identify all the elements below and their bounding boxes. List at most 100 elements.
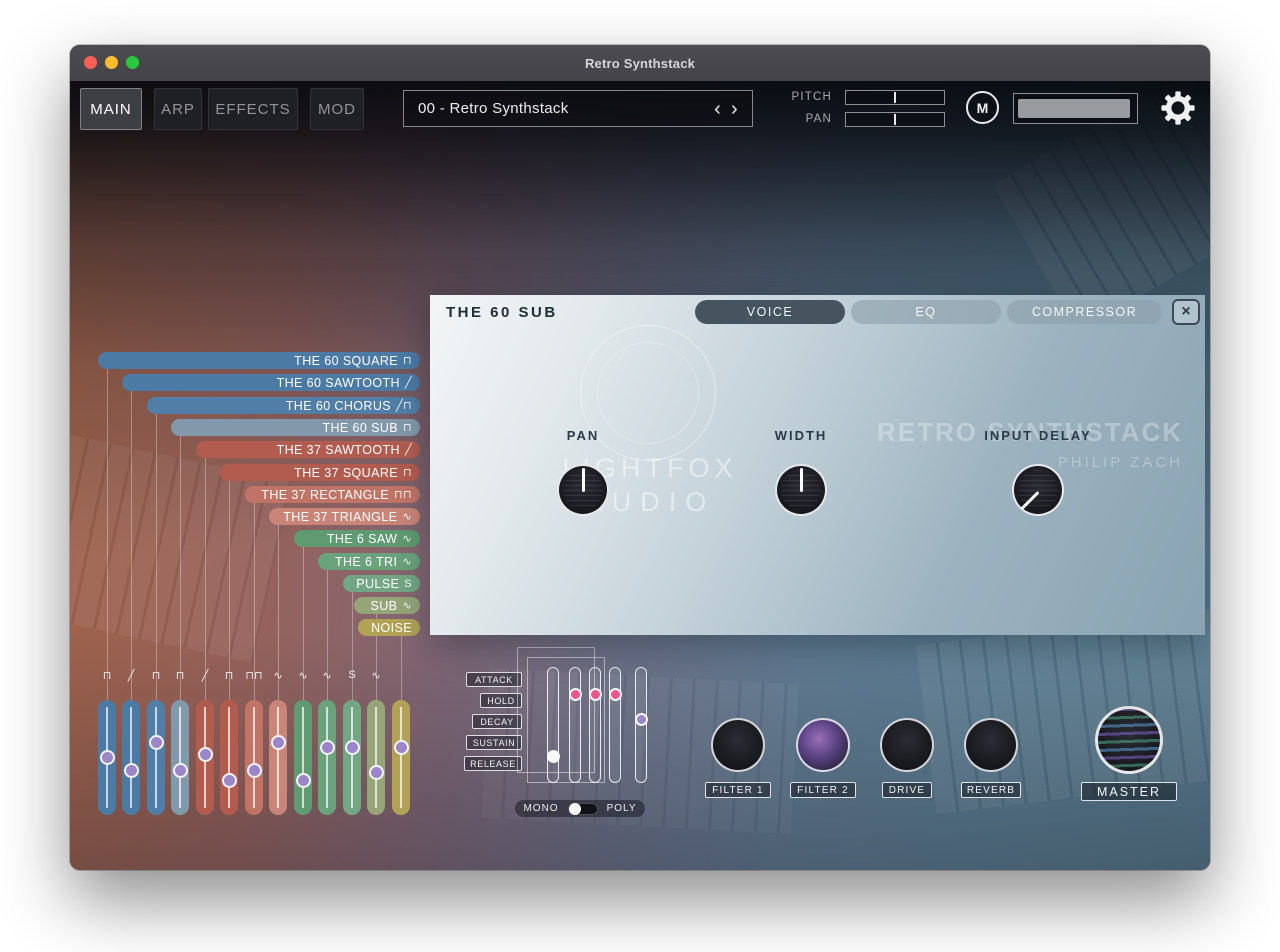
sustain-slider[interactable] [609,667,621,783]
mixer-fader[interactable] [220,700,238,815]
fader-handle[interactable] [173,763,188,778]
fader-handle[interactable] [222,773,237,788]
saw-wave-icon: ╱ [193,669,217,682]
mixer-fader[interactable] [245,700,263,815]
preset-prev-icon[interactable]: ‹ [714,99,721,119]
preset-selector[interactable]: 00 - Retro Synthstack ‹ › [403,90,753,127]
filter1-knob[interactable] [711,718,765,772]
output-level-fill [1018,99,1130,118]
pan-knob[interactable] [557,464,609,516]
layer-connector-line [205,458,206,700]
mixer-fader[interactable] [318,700,336,815]
fader-handle[interactable] [271,735,286,750]
layer-bar-pulse[interactable]: PULSES [343,575,420,592]
mixer-fader[interactable] [343,700,361,815]
fader-handle[interactable] [296,773,311,788]
plugin-body: MAIN ARP EFFECTS MOD 00 - Retro Synthsta… [70,81,1210,870]
layer-bar-the60-square[interactable]: THE 60 SQUARE⊓ [98,352,420,369]
pulse-wave-icon: S [340,669,364,681]
mixer-fader[interactable] [392,700,410,815]
tab-effects[interactable]: EFFECTS [208,88,298,130]
layer-bar-noise[interactable]: NOISE [358,619,420,636]
layer-bar-the6-saw[interactable]: THE 6 SAW∿ [294,530,420,547]
tab-main[interactable]: MAIN [80,88,142,130]
layer-bar-the37-rectangle[interactable]: THE 37 RECTANGLE⊓⊓ [245,486,420,503]
release-slider[interactable] [635,667,647,783]
mixer-fader[interactable] [98,700,116,815]
mixer-fader[interactable] [147,700,165,815]
master-knob[interactable] [1095,706,1163,774]
drive-knob[interactable] [880,718,934,772]
pan-slider[interactable] [845,112,945,127]
reverb-label: REVERB [961,782,1021,798]
layer-bar-the37-triangle[interactable]: THE 37 TRIANGLE∿ [269,508,420,525]
close-window-button[interactable] [84,56,97,69]
zoom-window-button[interactable] [126,56,139,69]
mixer-fader[interactable] [294,700,312,815]
pitch-slider[interactable] [845,90,945,105]
reverb-knob[interactable] [964,718,1018,772]
slider-handle[interactable] [547,750,560,763]
close-panel-button[interactable]: × [1172,299,1200,325]
poly-mode-label[interactable]: POLY [607,803,637,814]
pulse-wave-icon: S [404,578,412,590]
fader-handle[interactable] [345,740,360,755]
minimize-window-button[interactable] [105,56,118,69]
preset-next-icon[interactable]: › [731,99,738,119]
triangle-wave-icon: ∿ [402,555,412,568]
fader-handle[interactable] [369,765,384,780]
layer-bar-the37-square[interactable]: THE 37 SQUARE⊓ [220,464,420,481]
decay-slider[interactable] [589,667,601,783]
watermark-author: PHILIP ZACH [763,454,1183,471]
mixer-fader[interactable] [269,700,287,815]
mixer-fader[interactable] [196,700,214,815]
tab-arp[interactable]: ARP [154,88,202,130]
toggle-handle[interactable] [569,803,581,815]
traffic-lights [84,56,139,69]
decay-label: DECAY [472,714,522,729]
close-icon: × [1181,303,1190,321]
slider-handle[interactable] [635,713,648,726]
hold-slider[interactable] [569,667,581,783]
mono-poly-toggle[interactable] [568,803,598,815]
tab-mod[interactable]: MOD [310,88,364,130]
input-delay-knob[interactable] [1012,464,1064,516]
attack-slider[interactable] [547,667,559,783]
layer-label: THE 37 TRIANGLE [283,510,397,524]
layer-bar-the37-sawtooth[interactable]: THE 37 SAWTOOTH╱ [196,441,420,458]
mono-mode-label[interactable]: MONO [523,803,558,814]
tab-compressor[interactable]: COMPRESSOR [1007,300,1162,324]
fader-handle[interactable] [100,750,115,765]
layer-bar-sub[interactable]: SUB∿ [354,597,420,614]
chorus-wave-icon: ╱⊓ [396,399,412,412]
mixer-fader[interactable] [122,700,140,815]
fader-handle[interactable] [247,763,262,778]
slider-handle[interactable] [589,688,602,701]
tab-eq[interactable]: EQ [851,300,1001,324]
window-title: Retro Synthstack [585,56,695,71]
fader-handle[interactable] [198,747,213,762]
fader-handle[interactable] [124,763,139,778]
saw-wave-icon: ╱ [405,376,412,389]
layer-bar-the6-tri[interactable]: THE 6 TRI∿ [318,553,420,570]
mixer-fader[interactable] [171,700,189,815]
window-titlebar[interactable]: Retro Synthstack [70,45,1210,81]
slider-handle[interactable] [609,688,622,701]
layer-label: THE 37 RECTANGLE [261,488,389,502]
layer-bar-the60-sawtooth[interactable]: THE 60 SAWTOOTH╱ [122,374,420,391]
layer-connector-line [352,592,353,700]
mono-button[interactable]: M [966,91,999,124]
fader-handle[interactable] [320,740,335,755]
slider-handle[interactable] [569,688,582,701]
tab-voice[interactable]: VOICE [695,300,845,324]
settings-button[interactable] [1161,91,1195,125]
layer-label: SUB [370,599,397,613]
output-level-slider[interactable] [1013,93,1138,124]
layer-bar-the60-sub[interactable]: THE 60 SUB⊓ [171,419,420,436]
filter2-knob[interactable] [796,718,850,772]
mixer-fader[interactable] [367,700,385,815]
width-knob[interactable] [775,464,827,516]
layer-bar-the60-chorus[interactable]: THE 60 CHORUS╱⊓ [147,397,420,414]
fader-handle[interactable] [149,735,164,750]
fader-handle[interactable] [394,740,409,755]
